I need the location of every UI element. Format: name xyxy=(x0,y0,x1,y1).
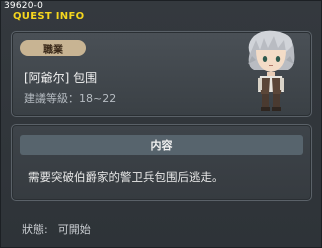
window-title: QUEST INFO xyxy=(13,11,85,22)
quest-info-window: 39620-0 QUEST INFO 職業 [阿爺尔] 包围 建議等級：18~2… xyxy=(0,0,322,248)
level-label: 建議等級： xyxy=(24,92,79,105)
status-value: 可開始 xyxy=(57,223,91,236)
quest-content-panel: 内容 需要突破伯爵家的警卫兵包围后逃走。 xyxy=(11,124,312,201)
job-badge-label: 職業 xyxy=(43,44,63,56)
quest-summary-panel: 職業 [阿爺尔] 包围 建議等級：18~22 xyxy=(11,30,312,117)
npc-avatar xyxy=(248,30,295,111)
status-label: 狀態: xyxy=(22,223,48,236)
recommended-level: 建議等級：18~22 xyxy=(24,90,116,106)
content-header-label: 内容 xyxy=(150,139,173,152)
quest-description: 需要突破伯爵家的警卫兵包围后逃走。 xyxy=(28,170,224,184)
job-badge: 職業 xyxy=(20,40,86,56)
content-header: 内容 xyxy=(20,135,303,155)
quest-id: 39620-0 xyxy=(4,1,44,11)
quest-name: [阿爺尔] 包围 xyxy=(24,71,98,85)
quest-status: 狀態: 可開始 xyxy=(22,221,91,237)
level-range: 18~22 xyxy=(79,92,117,105)
